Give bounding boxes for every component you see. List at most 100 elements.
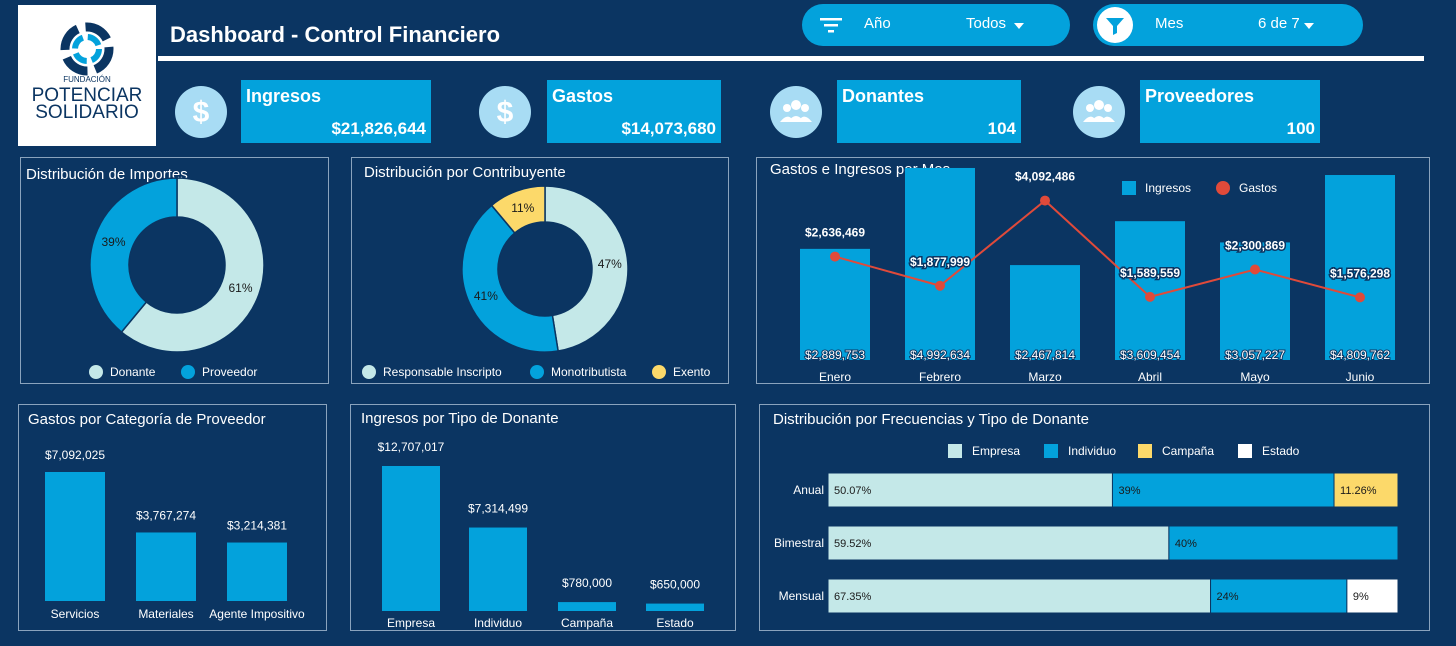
legend-label: Monotributista [551,365,627,379]
bar-ingresos [800,248,870,360]
bar-chart-categoria: $7,092,025 Servicios $3,767,274 Materiales $… [45,448,305,621]
panel-ingresos-tipo-donante: Ingresos por Tipo de Donante $12,707,017… [350,404,736,631]
stacked-segment [1168,525,1399,561]
bar [469,527,527,611]
point-gastos [1250,264,1260,275]
svg-text:$: $ [497,96,514,129]
legend-marker [1122,181,1136,195]
chevron-down-icon [1014,23,1024,29]
x-tick-label: Junio [1346,370,1375,383]
kpi-proveedores-icon [1073,86,1125,138]
stacked-bar-chart-frecuencias: Empresa Individuo Campaña Estado Anual 50.07%… [774,444,1399,614]
legend-label: Campaña [1162,444,1214,458]
x-tick-label: Agente Impositivo [209,607,305,621]
segment-label: 67.35% [834,591,872,603]
filter-month[interactable]: Mes 6 de 7 [1093,4,1363,46]
legend-marker [652,365,666,379]
people-icon [780,100,812,122]
logo-mark: FUNDACIÓN POTENCIAR SOLIDARIO [32,22,142,123]
bar-value-label: $12,707,017 [378,440,445,454]
panel-distribucion-contribuyente: Distribución por Contribuyente 47% 41% 11%… [351,157,729,384]
logo-line2: SOLIDARIO [35,102,138,123]
point-gastos [1145,291,1155,302]
filter-year-label: Año [864,15,891,32]
legend-marker [1238,444,1252,458]
bar-ingresos [1010,265,1080,360]
funnel-icon [1106,18,1124,35]
bar-ingresos [1220,242,1290,360]
x-tick-label: Enero [819,370,851,383]
legend-label: Proveedor [202,365,257,379]
x-tick-label: Abril [1138,370,1162,383]
bar-value-label: $2,467,814 [1015,348,1075,362]
slice-label: 41% [474,289,498,303]
stacked-segment [827,525,1170,561]
bar-value-label: $3,609,454 [1120,348,1180,362]
bar [646,603,704,611]
legend-marker [1044,444,1058,458]
dollar-icon: $ [497,96,514,129]
title-underline [158,56,1424,61]
y-tick-label: Bimestral [774,536,824,550]
segment-label: 24% [1217,591,1239,603]
bar-value-label: $3,057,227 [1225,348,1285,362]
legend-label: Estado [1262,444,1300,458]
bar [382,466,440,611]
legend-marker [1216,181,1230,195]
panel-gastos-ingresos-mes: Gastos e Ingresos por Mes $2,889,753 Ener… [756,157,1430,384]
legend-label: Individuo [1068,444,1116,458]
bar [558,602,616,611]
filter-month-label: Mes [1155,15,1184,32]
legend-label: Responsable Inscripto [383,365,502,379]
logo: FUNDACIÓN POTENCIAR SOLIDARIO [18,5,156,146]
legend-marker [89,365,103,379]
kpi-proveedores-value: 100 [1286,119,1315,138]
kpi-ingresos-icon: $ [175,86,227,138]
x-tick-label: Materiales [138,607,193,621]
legend-marker [530,365,544,379]
bar-value-label: $7,092,025 [45,448,105,462]
y-tick-label: Anual [793,483,824,497]
bar-value-label: $4,992,634 [910,348,970,362]
legend-label: Donante [110,365,156,379]
bar-value-label: $3,767,274 [136,508,196,522]
kpi-ingresos-value: $21,826,644 [331,119,426,138]
point-value-label: $1,877,999 [910,255,970,269]
y-tick-label: Mensual [779,589,824,603]
donut-chart-contribuyente: 47% 41% 11% Responsable Inscripto Monotribut… [362,185,711,379]
legend-marker [362,365,376,379]
logo-small-text: FUNDACIÓN [63,75,111,84]
filter-year[interactable]: Año Todos [802,4,1070,46]
page-title: Dashboard - Control Financiero [170,22,501,47]
point-gastos [1355,292,1365,303]
slice-label: 47% [598,257,622,271]
donut-slice-1 [89,177,178,334]
point-gastos [830,251,840,262]
point-gastos [1040,195,1050,206]
slice-label: 61% [228,281,252,295]
segment-label: 9% [1353,591,1369,603]
bar-value-label: $4,809,762 [1330,348,1390,362]
combo-chart-mes: $2,889,753 Enero $4,992,634 Febrero $2,467,8… [800,167,1395,383]
legend-marker [181,365,195,379]
kpi-donantes-value: 104 [987,119,1016,138]
legend-label: Exento [673,365,711,379]
filter-lines-icon [820,18,842,33]
kpi-gastos-value: $14,073,680 [621,119,716,138]
filter-month-value: 6 de 7 [1258,15,1300,32]
bar-value-label: $3,214,381 [227,519,287,533]
kpi-gastos: Gastos $14,073,680 [547,80,721,143]
stacked-segment [1111,472,1335,508]
segment-label: 40% [1175,538,1197,550]
slice-label: 11% [511,201,534,215]
people-icon [1083,100,1115,122]
kpi-gastos-title: Gastos [552,86,614,106]
bar-value-label: $7,314,499 [468,502,528,516]
point-value-label: $1,576,298 [1330,266,1390,280]
point-value-label: $1,589,559 [1120,266,1180,280]
legend-label: Empresa [972,444,1020,458]
kpi-donantes-icon [770,86,822,138]
kpi-donantes-title: Donantes [842,86,925,106]
bar-value-label: $780,000 [562,576,612,590]
dollar-icon: $ [193,96,210,129]
